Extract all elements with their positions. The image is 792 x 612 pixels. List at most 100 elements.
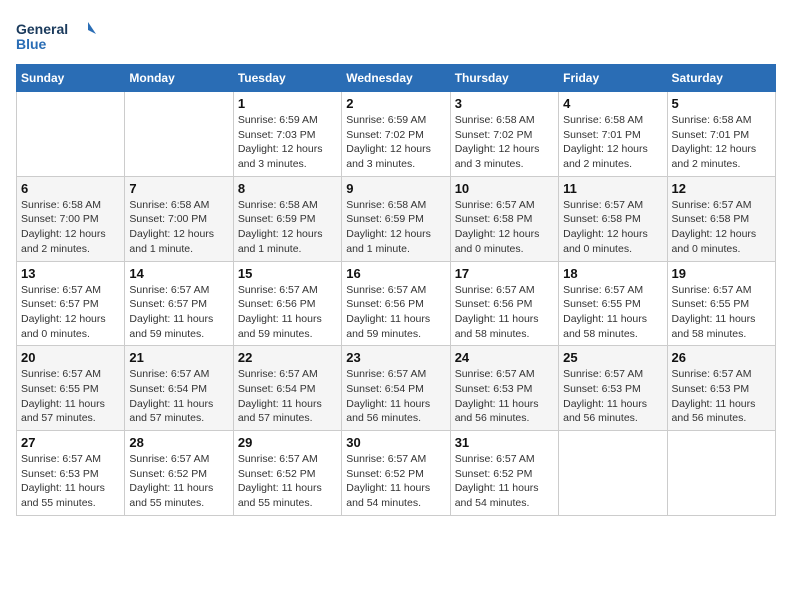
day-info: Sunrise: 6:57 AM Sunset: 6:55 PM Dayligh… [563,283,662,342]
day-info: Sunrise: 6:57 AM Sunset: 6:52 PM Dayligh… [129,452,228,511]
weekday-header: Sunday [17,65,125,92]
calendar-cell: 17 Sunrise: 6:57 AM Sunset: 6:56 PM Dayli… [450,261,558,346]
day-number: 17 [455,266,554,281]
day-info: Sunrise: 6:57 AM Sunset: 6:56 PM Dayligh… [346,283,445,342]
day-number: 23 [346,350,445,365]
day-info: Sunrise: 6:57 AM Sunset: 6:56 PM Dayligh… [238,283,337,342]
day-info: Sunrise: 6:57 AM Sunset: 6:53 PM Dayligh… [563,367,662,426]
weekday-header: Monday [125,65,233,92]
day-info: Sunrise: 6:58 AM Sunset: 6:59 PM Dayligh… [346,198,445,257]
day-number: 29 [238,435,337,450]
day-number: 12 [672,181,771,196]
logo-svg: General Blue [16,16,96,56]
calendar-week-row: 20Sunrise: 6:57 AM Sunset: 6:55 PM Dayli… [17,346,776,431]
day-info: Sunrise: 6:57 AM Sunset: 6:56 PM Dayligh… [455,283,554,342]
calendar-cell: 28 Sunrise: 6:57 AM Sunset: 6:52 PM Dayli… [125,431,233,516]
calendar-cell [125,92,233,177]
calendar-cell: 4 Sunrise: 6:58 AM Sunset: 7:01 PM Daylig… [559,92,667,177]
calendar-cell: 20Sunrise: 6:57 AM Sunset: 6:55 PM Dayli… [17,346,125,431]
day-number: 2 [346,96,445,111]
day-number: 21 [129,350,228,365]
day-info: Sunrise: 6:58 AM Sunset: 6:59 PM Dayligh… [238,198,337,257]
day-info: Sunrise: 6:58 AM Sunset: 7:00 PM Dayligh… [21,198,120,257]
day-number: 3 [455,96,554,111]
day-info: Sunrise: 6:57 AM Sunset: 6:54 PM Dayligh… [238,367,337,426]
day-number: 14 [129,266,228,281]
calendar-cell: 26 Sunrise: 6:57 AM Sunset: 6:53 PM Dayli… [667,346,775,431]
weekday-header: Thursday [450,65,558,92]
day-number: 7 [129,181,228,196]
day-number: 22 [238,350,337,365]
calendar-cell: 6 Sunrise: 6:58 AM Sunset: 7:00 PM Daylig… [17,176,125,261]
weekday-header: Wednesday [342,65,450,92]
calendar-cell: 5 Sunrise: 6:58 AM Sunset: 7:01 PM Daylig… [667,92,775,177]
calendar-cell: 9 Sunrise: 6:58 AM Sunset: 6:59 PM Daylig… [342,176,450,261]
calendar-cell: 18Sunrise: 6:57 AM Sunset: 6:55 PM Dayli… [559,261,667,346]
calendar-cell: 8 Sunrise: 6:58 AM Sunset: 6:59 PM Daylig… [233,176,341,261]
day-info: Sunrise: 6:59 AM Sunset: 7:02 PM Dayligh… [346,113,445,172]
weekday-header: Friday [559,65,667,92]
day-number: 27 [21,435,120,450]
calendar-week-row: 6 Sunrise: 6:58 AM Sunset: 7:00 PM Daylig… [17,176,776,261]
day-info: Sunrise: 6:57 AM Sunset: 6:53 PM Dayligh… [672,367,771,426]
day-number: 25 [563,350,662,365]
logo: General Blue [16,16,96,56]
calendar-cell [559,431,667,516]
calendar-header-row: SundayMondayTuesdayWednesdayThursdayFrid… [17,65,776,92]
day-number: 4 [563,96,662,111]
calendar-table: SundayMondayTuesdayWednesdayThursdayFrid… [16,64,776,516]
day-info: Sunrise: 6:58 AM Sunset: 7:01 PM Dayligh… [563,113,662,172]
calendar-cell: 2 Sunrise: 6:59 AM Sunset: 7:02 PM Daylig… [342,92,450,177]
calendar-cell: 23Sunrise: 6:57 AM Sunset: 6:54 PM Dayli… [342,346,450,431]
day-info: Sunrise: 6:57 AM Sunset: 6:58 PM Dayligh… [672,198,771,257]
calendar-cell: 22 Sunrise: 6:57 AM Sunset: 6:54 PM Dayli… [233,346,341,431]
day-info: Sunrise: 6:57 AM Sunset: 6:57 PM Dayligh… [129,283,228,342]
day-info: Sunrise: 6:57 AM Sunset: 6:53 PM Dayligh… [455,367,554,426]
day-info: Sunrise: 6:57 AM Sunset: 6:52 PM Dayligh… [346,452,445,511]
calendar-cell [17,92,125,177]
day-number: 26 [672,350,771,365]
calendar-cell: 21Sunrise: 6:57 AM Sunset: 6:54 PM Dayli… [125,346,233,431]
day-info: Sunrise: 6:57 AM Sunset: 6:53 PM Dayligh… [21,452,120,511]
calendar-week-row: 1Sunrise: 6:59 AM Sunset: 7:03 PM Daylig… [17,92,776,177]
calendar-cell: 24Sunrise: 6:57 AM Sunset: 6:53 PM Dayli… [450,346,558,431]
calendar-cell: 14 Sunrise: 6:57 AM Sunset: 6:57 PM Dayli… [125,261,233,346]
day-number: 28 [129,435,228,450]
calendar-cell: 10Sunrise: 6:57 AM Sunset: 6:58 PM Dayli… [450,176,558,261]
day-number: 1 [238,96,337,111]
day-number: 5 [672,96,771,111]
day-number: 11 [563,181,662,196]
calendar-cell: 16 Sunrise: 6:57 AM Sunset: 6:56 PM Dayli… [342,261,450,346]
calendar-cell: 1Sunrise: 6:59 AM Sunset: 7:03 PM Daylig… [233,92,341,177]
weekday-header: Tuesday [233,65,341,92]
day-info: Sunrise: 6:57 AM Sunset: 6:55 PM Dayligh… [21,367,120,426]
day-number: 8 [238,181,337,196]
day-info: Sunrise: 6:57 AM Sunset: 6:58 PM Dayligh… [563,198,662,257]
day-number: 9 [346,181,445,196]
calendar-cell: 11 Sunrise: 6:57 AM Sunset: 6:58 PM Dayli… [559,176,667,261]
day-info: Sunrise: 6:57 AM Sunset: 6:57 PM Dayligh… [21,283,120,342]
calendar-cell: 19Sunrise: 6:57 AM Sunset: 6:55 PM Dayli… [667,261,775,346]
day-info: Sunrise: 6:58 AM Sunset: 7:02 PM Dayligh… [455,113,554,172]
calendar-week-row: 13 Sunrise: 6:57 AM Sunset: 6:57 PM Dayli… [17,261,776,346]
day-info: Sunrise: 6:58 AM Sunset: 7:01 PM Dayligh… [672,113,771,172]
page-header: General Blue [16,16,776,56]
day-info: Sunrise: 6:58 AM Sunset: 7:00 PM Dayligh… [129,198,228,257]
calendar-cell: 3 Sunrise: 6:58 AM Sunset: 7:02 PM Daylig… [450,92,558,177]
calendar-cell: 15Sunrise: 6:57 AM Sunset: 6:56 PM Dayli… [233,261,341,346]
day-info: Sunrise: 6:57 AM Sunset: 6:55 PM Dayligh… [672,283,771,342]
calendar-cell: 25 Sunrise: 6:57 AM Sunset: 6:53 PM Dayli… [559,346,667,431]
calendar-cell: 30Sunrise: 6:57 AM Sunset: 6:52 PM Dayli… [342,431,450,516]
calendar-cell: 13 Sunrise: 6:57 AM Sunset: 6:57 PM Dayli… [17,261,125,346]
svg-text:Blue: Blue [16,36,47,52]
day-number: 31 [455,435,554,450]
calendar-cell: 12 Sunrise: 6:57 AM Sunset: 6:58 PM Dayli… [667,176,775,261]
day-number: 6 [21,181,120,196]
weekday-header: Saturday [667,65,775,92]
svg-text:General: General [16,21,68,37]
day-info: Sunrise: 6:57 AM Sunset: 6:52 PM Dayligh… [455,452,554,511]
calendar-week-row: 27 Sunrise: 6:57 AM Sunset: 6:53 PM Dayli… [17,431,776,516]
day-number: 13 [21,266,120,281]
day-info: Sunrise: 6:57 AM Sunset: 6:58 PM Dayligh… [455,198,554,257]
day-number: 16 [346,266,445,281]
